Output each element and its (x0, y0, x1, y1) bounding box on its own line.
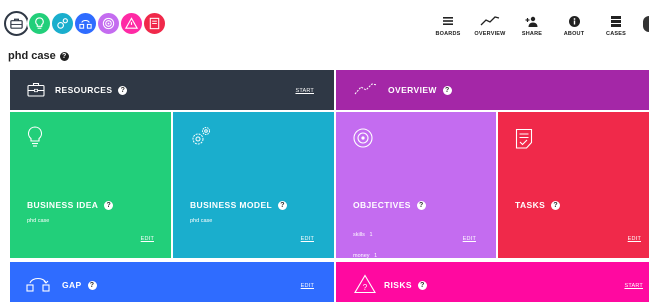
tasks-card[interactable]: TASKS ? EDIT (498, 112, 649, 258)
about-icon (568, 14, 580, 28)
briefcase-icon (27, 82, 45, 102)
business-idea-edit-link[interactable]: EDIT (141, 236, 154, 242)
objectives-title-text: OBJECTIVES (353, 200, 411, 210)
help-icon[interactable]: ? (104, 200, 114, 210)
resources-panel[interactable]: RESOURCES ? START (10, 70, 334, 110)
overview-title-text: OVERVIEW (388, 85, 437, 95)
help-icon[interactable]: ? (59, 51, 69, 61)
business-model-card[interactable]: BUSINESS MODEL ? phd case EDIT (173, 112, 334, 258)
business-idea-text: phd case (27, 218, 50, 224)
warning-icon (119, 11, 144, 36)
objective-item: skills 1 (353, 232, 373, 238)
target-icon (353, 128, 373, 153)
nav-boards[interactable]: BOARDS (429, 14, 467, 37)
tasks-title-text: TASKS (515, 200, 546, 210)
svg-text:?: ? (363, 283, 368, 292)
nav-boards-label: BOARDS (435, 31, 461, 37)
boards-icon (443, 14, 453, 28)
nav-share-label: SHARE (521, 31, 543, 37)
gap-title-text: GAP (62, 280, 82, 290)
gears-icon (190, 126, 212, 151)
resources-title-text: RESOURCES (55, 85, 113, 95)
lightbulb-icon (27, 11, 52, 36)
top-navigation: BOARDS OVERVIEW SHARE ABOUT CASES (425, 14, 635, 37)
help-icon[interactable]: ? (416, 200, 426, 210)
gap-edit-link[interactable]: EDIT (301, 283, 314, 289)
help-icon[interactable]: ? (442, 85, 452, 95)
business-model-title-text: BUSINESS MODEL (190, 200, 273, 210)
tasks-title: TASKS ? (515, 200, 561, 210)
nav-about[interactable]: ABOUT (555, 14, 593, 37)
page-title: phd case ? (8, 50, 69, 62)
gap-icon (26, 274, 50, 299)
help-icon[interactable]: ? (278, 200, 288, 210)
nav-about-label: ABOUT (563, 31, 585, 37)
objectives-edit-link[interactable]: EDIT (463, 236, 476, 242)
lightbulb-icon (27, 126, 43, 153)
business-idea-title: BUSINESS IDEA ? (27, 200, 114, 210)
business-model-text: phd case (190, 218, 213, 224)
target-icon (96, 11, 121, 36)
gap-icon (73, 11, 98, 36)
gap-panel[interactable]: GAP ? EDIT (10, 262, 334, 302)
briefcase-icon (4, 11, 29, 36)
tasks-icon (142, 11, 167, 36)
nav-overview[interactable]: OVERVIEW (471, 14, 509, 37)
nav-overview-label: OVERVIEW (474, 31, 506, 37)
overview-panel[interactable]: OVERVIEW ? (336, 70, 649, 110)
business-idea-title-text: BUSINESS IDEA (27, 200, 99, 210)
page-title-text: phd case (8, 50, 56, 62)
objectives-title: OBJECTIVES ? (353, 200, 426, 210)
help-icon[interactable]: ? (551, 200, 561, 210)
risks-title: RISKS ? (384, 280, 427, 290)
help-icon[interactable]: ? (87, 280, 97, 290)
risks-start-link[interactable]: START (624, 283, 643, 289)
risks-panel[interactable]: ? RISKS ? START (336, 262, 649, 302)
tasks-edit-link[interactable]: EDIT (628, 236, 641, 242)
share-icon (525, 14, 539, 28)
nav-share[interactable]: SHARE (513, 14, 551, 37)
tasks-icon (515, 128, 533, 155)
overview-icon (354, 82, 378, 101)
objectives-card[interactable]: OBJECTIVES ? skills 1 money 1 EDIT (336, 112, 496, 259)
resources-start-link[interactable]: START (295, 88, 314, 94)
help-icon[interactable]: ? (417, 280, 427, 290)
business-model-edit-link[interactable]: EDIT (301, 236, 314, 242)
gears-icon (50, 11, 75, 36)
overview-icon (480, 14, 500, 28)
app-logo[interactable] (4, 11, 167, 36)
nav-cases-label: CASES (606, 31, 626, 37)
nav-cases[interactable]: CASES (597, 14, 635, 37)
warning-icon: ? (354, 274, 376, 299)
help-icon[interactable]: ? (118, 85, 128, 95)
resources-title: RESOURCES ? (55, 85, 128, 95)
overview-title: OVERVIEW ? (388, 85, 452, 95)
cases-icon (611, 14, 621, 28)
objective-item: money 1 (353, 253, 378, 259)
user-avatar[interactable] (643, 16, 649, 32)
business-model-title: BUSINESS MODEL ? (190, 200, 288, 210)
gap-title: GAP ? (62, 280, 97, 290)
risks-title-text: RISKS (384, 280, 412, 290)
business-idea-card[interactable]: BUSINESS IDEA ? phd case EDIT (10, 112, 171, 258)
